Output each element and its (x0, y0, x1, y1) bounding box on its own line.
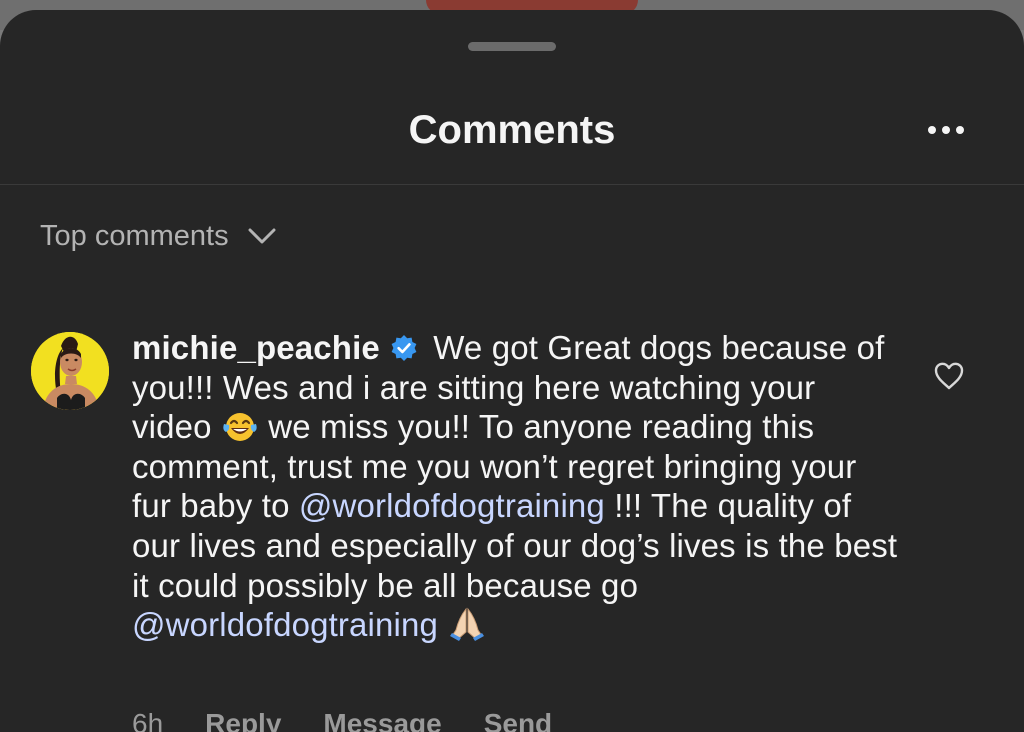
more-horizontal-icon (928, 126, 936, 134)
more-icon-dot (942, 126, 950, 134)
comment-actions: 6h Reply Message Send (132, 704, 594, 732)
sort-comments-dropdown[interactable]: Top comments (40, 216, 277, 256)
drag-handle[interactable] (468, 42, 556, 51)
folded-hands-emoji (450, 607, 485, 642)
verified-badge-icon (391, 335, 417, 361)
reply-button[interactable]: Reply (205, 704, 281, 732)
comment-timestamp: 6h (132, 708, 164, 732)
message-button[interactable]: Message (323, 704, 441, 732)
sheet-title: Comments (408, 108, 616, 152)
comment-text: michie_peachie We got Great dogs because… (132, 328, 902, 645)
profile-photo (31, 332, 109, 410)
send-button[interactable]: Send (484, 704, 552, 732)
mention-link[interactable]: @worldofdogtraining (132, 606, 438, 643)
comment-username[interactable]: michie_peachie (132, 329, 380, 366)
more-options-button[interactable] (922, 110, 970, 150)
heart-outline-icon[interactable] (932, 360, 966, 392)
header-divider (0, 184, 1024, 185)
more-icon-dot (956, 126, 964, 134)
mention-link[interactable]: @worldofdogtraining (299, 487, 605, 524)
avatar[interactable] (31, 332, 109, 410)
face-with-tears-of-joy-emoji (223, 413, 257, 442)
chevron-down-icon (248, 228, 276, 244)
sort-label: Top comments (40, 220, 229, 252)
comments-sheet: Comments Top comments michie_peachie We … (0, 10, 1024, 732)
